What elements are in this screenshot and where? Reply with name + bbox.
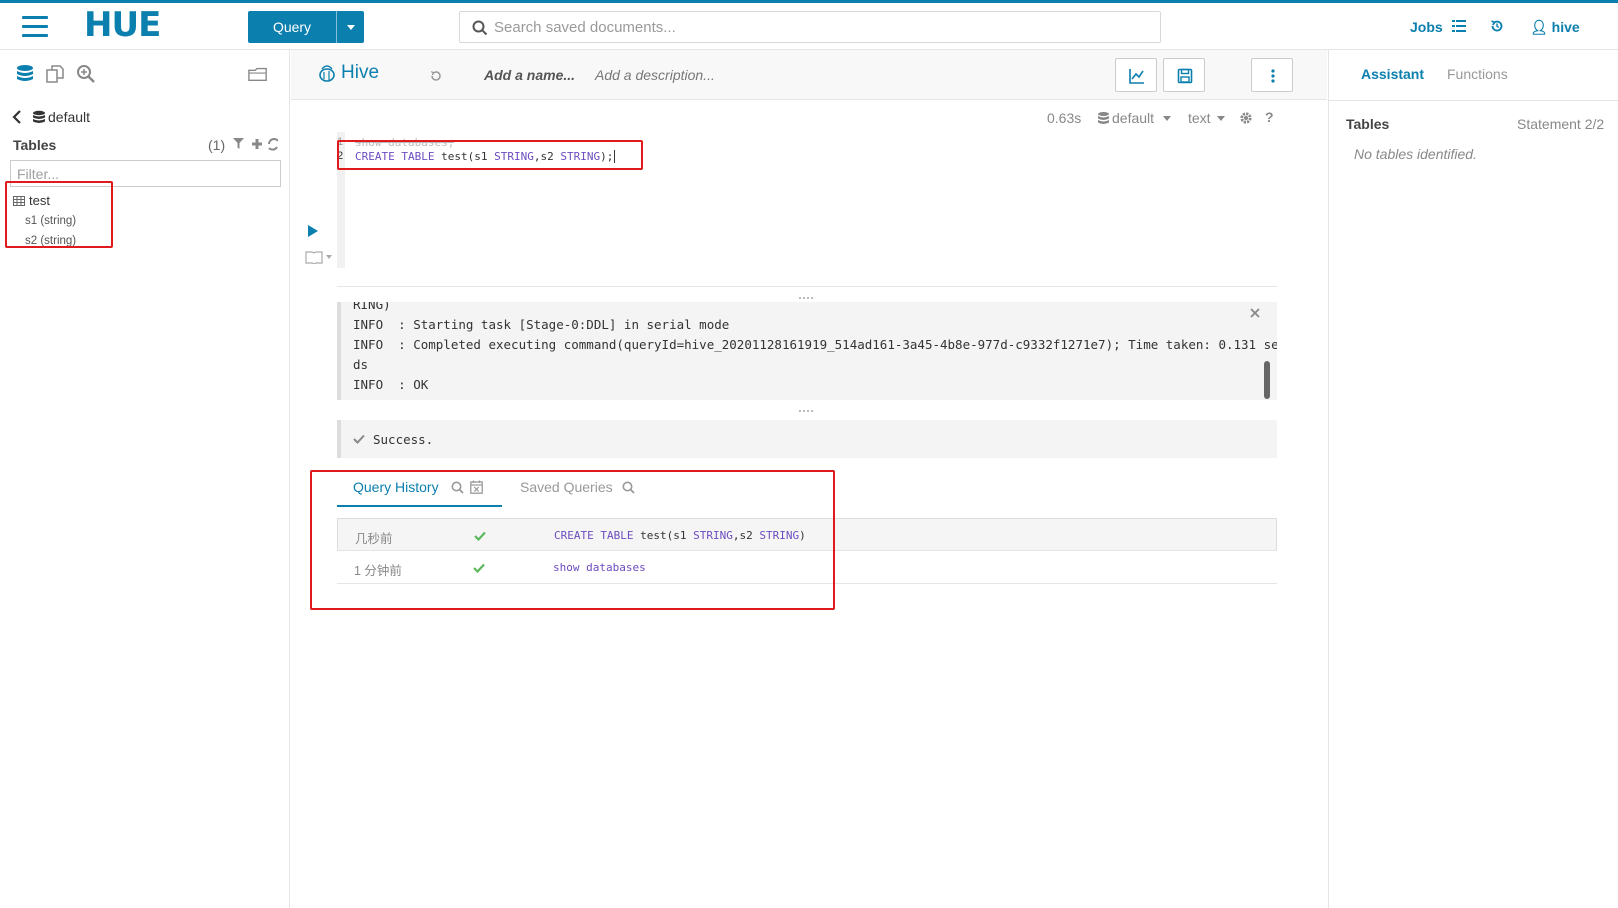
documents-icon[interactable] <box>45 64 65 84</box>
highlight-box-code <box>337 140 643 170</box>
add-icon[interactable] <box>252 139 262 149</box>
tables-count: (1) <box>208 137 226 153</box>
query-button[interactable]: Query <box>248 11 364 43</box>
run-play-icon[interactable] <box>307 224 319 238</box>
user-menu[interactable]: 👤︎ hive <box>1530 19 1580 36</box>
tab-functions[interactable]: Functions <box>1447 66 1508 82</box>
jobs-list-icon[interactable] <box>1452 20 1466 32</box>
editor-header: Hive Add a name... Add a description... <box>291 50 1327 100</box>
user-icon: 👤︎ <box>1530 19 1548 35</box>
query-history-icon[interactable] <box>430 70 442 82</box>
search-box[interactable] <box>459 11 1161 43</box>
editor-title: Hive <box>341 62 380 83</box>
chart-icon <box>1129 69 1144 84</box>
filter-icon[interactable] <box>233 138 244 149</box>
assistant-tables-heading: Tables <box>1346 116 1390 132</box>
user-name: hive <box>1551 19 1580 35</box>
statement-indicator: Statement 2/2 <box>1517 116 1605 132</box>
database-caret-icon[interactable] <box>1163 116 1171 121</box>
log-scrollbar[interactable] <box>1264 361 1270 399</box>
gear-icon[interactable] <box>1239 111 1253 125</box>
left-assist-panel: default Tables (1) test s1 (string) s2 (… <box>0 50 290 908</box>
execution-time: 0.63s <box>1047 110 1082 126</box>
hive-bee-icon <box>319 65 335 82</box>
snippet-book-icon[interactable] <box>305 250 333 264</box>
hue-logo[interactable]: HUE <box>84 7 161 43</box>
current-database[interactable]: default <box>48 109 90 125</box>
highlight-box-history <box>310 470 835 610</box>
result-status: Success. <box>337 420 1277 458</box>
execution-log[interactable]: RING) INFO : Starting task [Stage-0:DDL]… <box>337 302 1277 400</box>
highlight-box-table <box>5 181 113 248</box>
search-icon <box>472 20 488 36</box>
check-icon <box>353 434 365 444</box>
folder-icon[interactable] <box>248 64 268 84</box>
chart-button[interactable] <box>1115 58 1157 92</box>
database-small-icon <box>33 110 45 123</box>
help-icon[interactable]: ? <box>1265 109 1274 125</box>
resize-handle-icon[interactable] <box>799 410 813 413</box>
search-input[interactable] <box>494 12 1144 42</box>
database-selector-icon <box>1098 112 1109 124</box>
more-vertical-icon <box>1271 69 1275 83</box>
save-button[interactable] <box>1163 58 1205 92</box>
database-selector[interactable]: default <box>1112 110 1154 126</box>
query-button-label: Query <box>272 19 312 35</box>
database-icon[interactable] <box>15 64 35 84</box>
query-dropdown-caret-icon[interactable] <box>336 11 364 43</box>
no-tables-message: No tables identified. <box>1354 146 1477 162</box>
log-line: RING) <box>353 302 391 312</box>
tables-heading: Tables <box>13 137 57 153</box>
query-name-field[interactable]: Add a name... <box>484 67 575 83</box>
more-options-button[interactable] <box>1251 58 1293 92</box>
log-line: INFO : Starting task [Stage-0:DDL] in se… <box>353 317 730 332</box>
success-message: Success. <box>373 432 434 447</box>
format-caret-icon[interactable] <box>1217 116 1225 121</box>
tab-assistant[interactable]: Assistant <box>1361 66 1424 82</box>
divider <box>1329 100 1618 101</box>
save-icon <box>1177 68 1193 84</box>
zoom-search-icon[interactable] <box>76 64 96 84</box>
refresh-icon[interactable] <box>268 138 278 151</box>
format-selector[interactable]: text <box>1188 110 1211 126</box>
history-icon[interactable] <box>1490 19 1504 33</box>
right-assistant-panel: Assistant Functions Tables Statement 2/2… <box>1328 50 1618 908</box>
table-tools <box>233 138 278 151</box>
back-chevron-icon[interactable] <box>12 110 22 124</box>
divider <box>337 286 1277 287</box>
log-line: INFO : Completed executing command(query… <box>353 337 1277 352</box>
query-description-field[interactable]: Add a description... <box>595 67 715 83</box>
log-line: INFO : OK <box>353 377 429 392</box>
close-icon[interactable] <box>1250 308 1260 318</box>
top-bar: HUE Query Jobs 👤︎ hive <box>0 0 1618 50</box>
hamburger-menu-icon[interactable] <box>22 16 48 38</box>
jobs-link[interactable]: Jobs <box>1410 19 1443 35</box>
log-line: ds <box>353 357 369 372</box>
resize-handle-icon[interactable] <box>799 297 813 300</box>
